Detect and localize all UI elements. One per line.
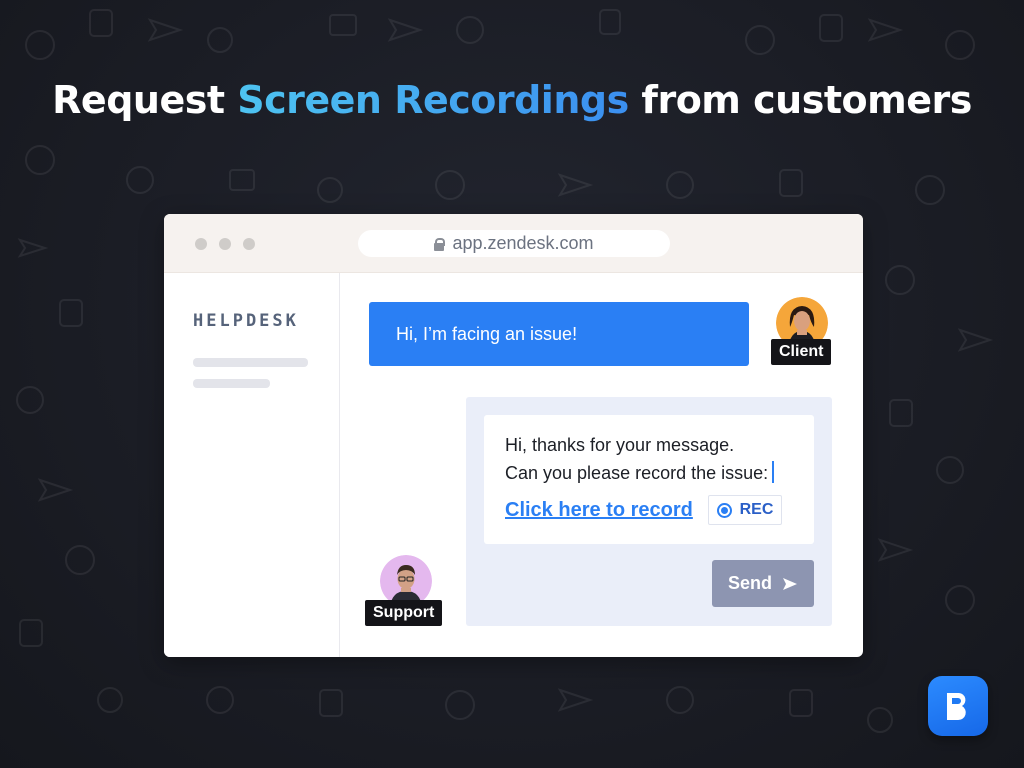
rec-label: REC	[739, 501, 774, 518]
client-message-bubble: Hi, I’m facing an issue!	[369, 302, 749, 366]
client-message-text: Hi, I’m facing an issue!	[396, 323, 578, 344]
send-arrow-icon	[783, 577, 797, 590]
address-bar[interactable]: app.zendesk.com	[358, 230, 670, 257]
client-label: Client	[771, 339, 832, 365]
sidebar-item-placeholder[interactable]	[193, 358, 308, 367]
record-dot-icon	[716, 502, 732, 518]
support-message-card[interactable]: Hi, thanks for your message. Can you ple…	[484, 415, 814, 544]
support-reply-panel: Hi, thanks for your message. Can you ple…	[466, 397, 832, 626]
headline-accent: Screen Recordings	[237, 78, 629, 122]
sidebar: HELPDESK	[164, 273, 340, 657]
support-message-line2: Can you please record the issue:	[505, 461, 775, 484]
browser-titlebar: app.zendesk.com	[164, 214, 863, 273]
rec-button[interactable]: REC	[708, 495, 782, 525]
support-message-line2-text: Can you please record the issue:	[505, 463, 769, 483]
lock-icon	[434, 237, 446, 251]
support-label: Support	[365, 600, 443, 626]
record-link[interactable]: Click here to record	[505, 499, 693, 522]
helpdesk-logo: HELPDESK	[193, 311, 299, 331]
brand-b-logo-icon	[928, 676, 988, 736]
page-headline: Request Screen Recordings from customers	[0, 78, 1024, 122]
headline-prefix: Request	[52, 78, 238, 122]
support-message-line1: Hi, thanks for your message.	[505, 435, 735, 455]
text-cursor	[772, 461, 775, 483]
window-minimize-dot[interactable]	[219, 238, 231, 250]
url-text: app.zendesk.com	[452, 233, 594, 253]
send-label: Send	[727, 573, 772, 593]
browser-window: app.zendesk.com HELPDESK Hi, I’m facing …	[164, 214, 863, 657]
headline-suffix: from customers	[628, 78, 972, 122]
window-close-dot[interactable]	[195, 238, 207, 250]
window-maximize-dot[interactable]	[243, 238, 255, 250]
send-button[interactable]: Send	[712, 560, 814, 607]
sidebar-item-placeholder[interactable]	[193, 379, 270, 388]
